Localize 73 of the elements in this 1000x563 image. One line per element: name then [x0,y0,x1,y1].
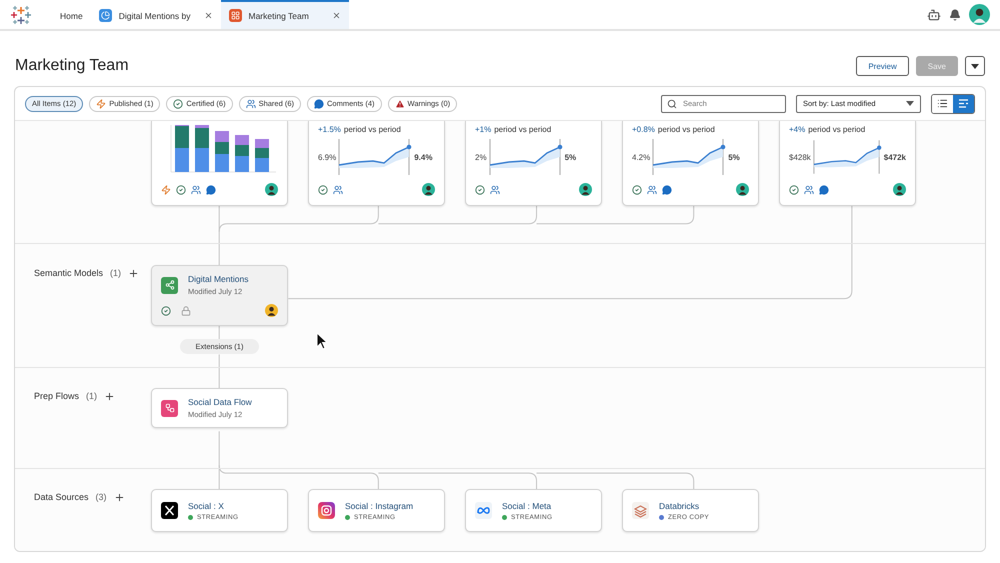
start-value: 2% [475,152,487,162]
lane-title: Semantic Models [34,268,104,278]
preview-button[interactable]: Preview [856,56,909,76]
start-value: 4.2% [632,152,650,162]
robot-icon[interactable] [927,8,941,22]
avatar [893,183,906,196]
avatar [736,183,749,196]
connector-line [218,354,220,389]
end-value: $472k [884,152,906,162]
start-value: 6.9% [318,152,336,162]
list-icon [937,98,948,109]
lightning-icon [96,98,106,108]
page-title: Marketing Team [15,57,129,75]
view-card[interactable]: +1% period vs period 2% 5% [465,121,602,206]
view-card[interactable]: +4% period vs period $428k $472k [779,121,916,206]
trend-caption: +1.5% period vs period [318,125,402,134]
tab[interactable]: Digital Mentions by [90,0,220,29]
item-title: Digital Mentions [188,274,248,284]
users-icon [246,98,256,108]
avatar [265,183,278,196]
caret-icon [906,101,914,106]
item-title: Social : Instagram [345,500,414,510]
pie-chart-icon [98,9,112,22]
lineage-icon [958,98,969,109]
item-title: Databricks [659,500,700,510]
certified-icon [173,98,184,108]
view-card[interactable]: +0.8% period vs period 4.2% 5% [622,121,759,206]
layers-logo-icon [632,502,649,519]
add-icon[interactable] [114,492,125,503]
view-card[interactable]: +1.5% period vs period 6.9% 9.4% [308,121,445,206]
x-logo-icon [161,502,178,519]
item-title: Social Data Flow [188,397,252,407]
lane-count: (3) [96,492,107,502]
item-title: Social : Meta [502,500,552,510]
view-card[interactable] [151,121,288,206]
bell-icon[interactable] [949,8,961,20]
grid-icon [228,9,242,22]
avatar[interactable] [969,4,990,25]
infinity-logo-icon [475,502,492,519]
caret-icon [971,64,979,68]
search-icon [667,98,677,108]
logo-icon[interactable] [10,4,32,26]
close-icon[interactable] [332,11,340,20]
trend-caption: +0.8% period vs period [632,125,716,134]
camera-logo-icon [318,502,335,519]
end-value: 9.4% [414,152,432,162]
lane-count: (1) [110,268,122,278]
dropdown-button[interactable] [965,56,985,76]
connector-line [218,325,220,340]
add-icon[interactable] [128,268,140,279]
lineage-view-button[interactable] [953,94,974,112]
comment-icon [314,98,324,108]
lane-title: Data Sources [34,492,89,502]
item-title: Social : X [188,500,225,510]
start-value: $428k [789,152,811,162]
flow-icon [161,400,178,416]
end-value: 5% [728,152,740,162]
avatar [422,183,435,196]
end-value: 5% [564,152,576,162]
model-icon [161,276,178,294]
avatar [579,183,592,196]
avatar [265,304,278,317]
add-icon[interactable] [104,391,116,402]
trend-caption: +1% period vs period [475,125,552,134]
tab[interactable]: Marketing Team [220,0,348,29]
lane-count: (1) [86,391,98,401]
trend-caption: +4% period vs period [789,125,866,134]
sparkline-drawing [812,137,882,177]
warning-icon [394,98,405,108]
cursor-icon [316,332,328,350]
lane-title: Prep Flows [34,391,80,401]
tab[interactable]: Home [52,0,91,29]
close-icon[interactable] [204,11,212,20]
